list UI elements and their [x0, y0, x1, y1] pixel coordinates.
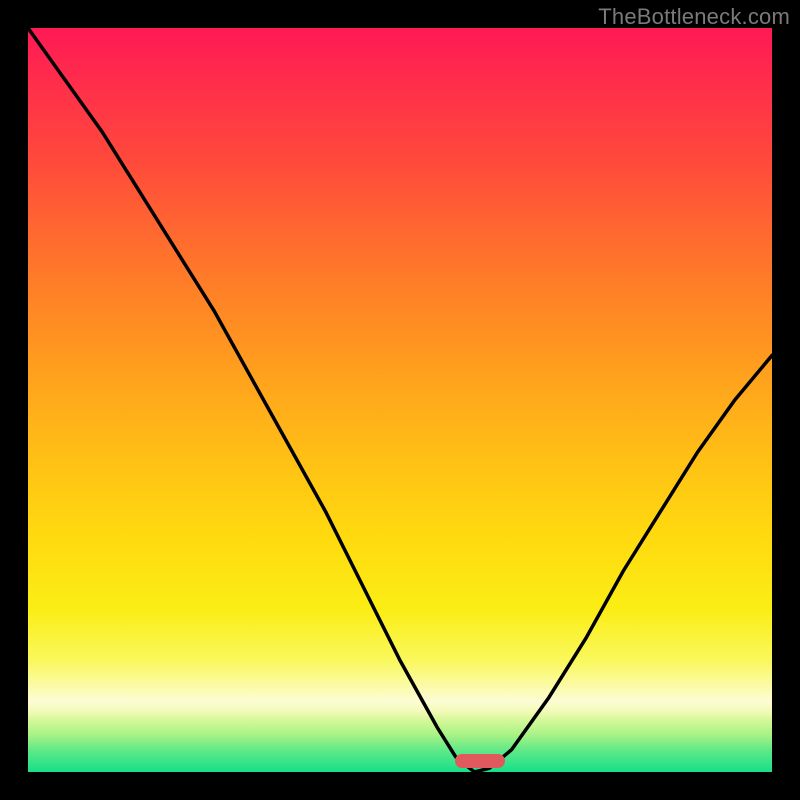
watermark-text: TheBottleneck.com: [598, 4, 790, 30]
chart-frame: TheBottleneck.com: [0, 0, 800, 800]
plot-area: [28, 28, 772, 772]
optimal-point-marker: [455, 754, 505, 768]
curve-path: [28, 28, 772, 772]
bottleneck-curve: [28, 28, 772, 772]
